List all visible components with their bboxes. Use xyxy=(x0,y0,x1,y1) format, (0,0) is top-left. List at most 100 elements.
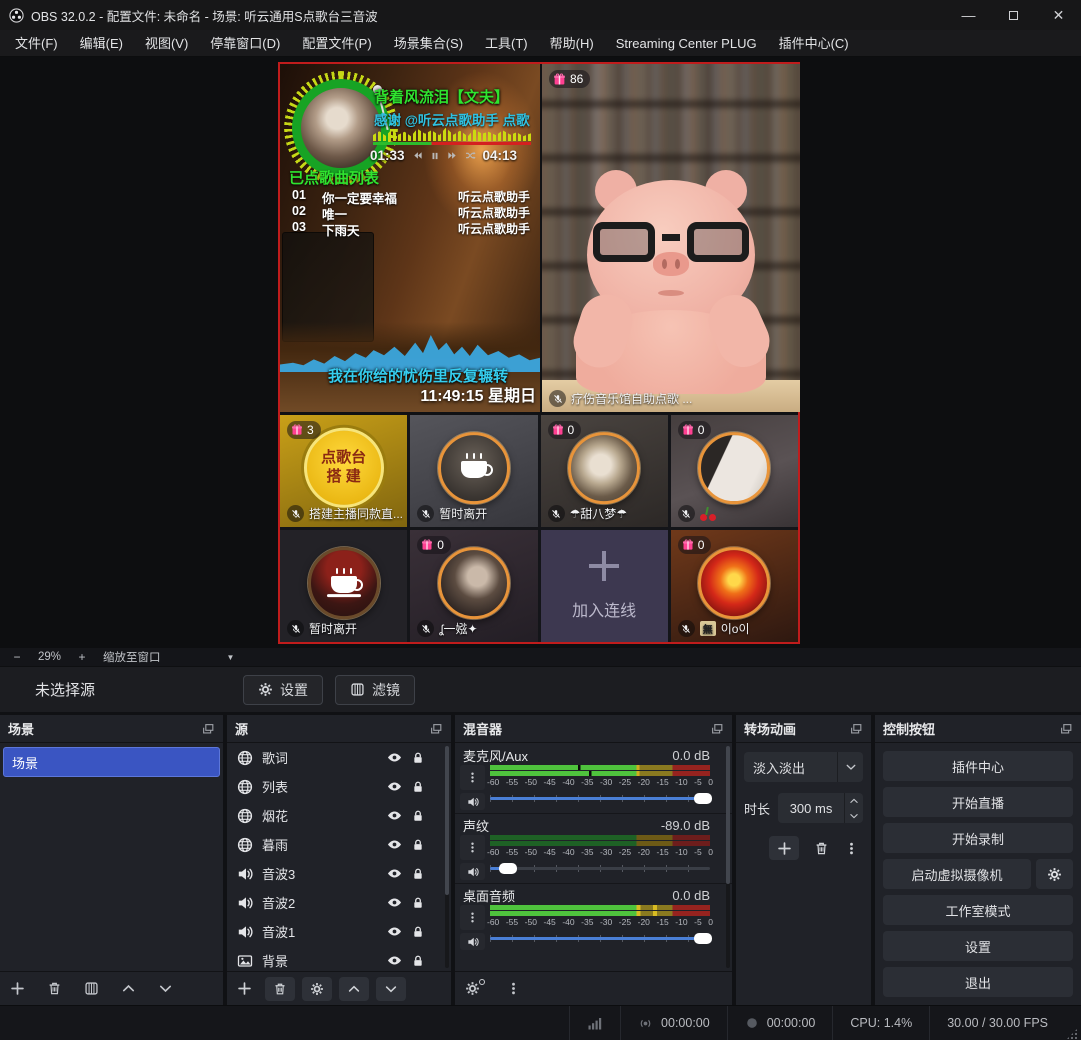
lock-icon[interactable] xyxy=(411,867,425,881)
popout-icon[interactable] xyxy=(849,722,863,736)
add-source-button[interactable] xyxy=(237,981,252,996)
exit-button[interactable]: 退出 xyxy=(883,967,1073,997)
source-row[interactable]: 音波3 xyxy=(227,859,451,888)
menu-profile[interactable]: 配置文件(P) xyxy=(291,30,382,57)
gift-icon xyxy=(291,424,303,436)
remove-transition-button[interactable] xyxy=(814,841,829,856)
virtual-camera-settings-button[interactable] xyxy=(1036,859,1073,889)
filters-button[interactable]: 滤镜 xyxy=(335,675,415,705)
plugin-center-button[interactable]: 插件中心 xyxy=(883,751,1073,781)
lock-icon[interactable] xyxy=(411,896,425,910)
settings-button[interactable]: 设置 xyxy=(883,931,1073,961)
mixer-menu-button[interactable] xyxy=(506,981,521,996)
menu-docks[interactable]: 停靠窗口(D) xyxy=(199,30,291,57)
menu-tools[interactable]: 工具(T) xyxy=(474,30,539,57)
source-row[interactable]: 列表 xyxy=(227,772,451,801)
volume-slider[interactable] xyxy=(490,929,710,948)
mixer-scrollbar[interactable] xyxy=(726,746,730,968)
visibility-eye-icon[interactable] xyxy=(387,779,402,794)
visibility-eye-icon[interactable] xyxy=(387,808,402,823)
lock-icon[interactable] xyxy=(411,838,425,852)
spin-up-button[interactable] xyxy=(845,793,863,808)
lock-icon[interactable] xyxy=(411,925,425,939)
add-transition-button[interactable] xyxy=(769,836,799,860)
resize-grip[interactable] xyxy=(1066,1028,1078,1040)
source-row[interactable]: 背景 xyxy=(227,946,451,971)
zoom-in-button[interactable]: + xyxy=(75,650,89,664)
lock-icon[interactable] xyxy=(411,751,425,765)
add-scene-button[interactable] xyxy=(10,981,25,996)
fit-to-window-dropdown[interactable]: 缩放至窗口 xyxy=(103,649,161,665)
popout-icon[interactable] xyxy=(710,722,724,736)
visibility-eye-icon[interactable] xyxy=(387,837,402,852)
close-button[interactable]: ✕ xyxy=(1036,0,1081,30)
menu-view[interactable]: 视图(V) xyxy=(134,30,199,57)
source-row[interactable]: 烟花 xyxy=(227,801,451,830)
mute-button[interactable] xyxy=(460,933,485,950)
zoom-out-button[interactable]: − xyxy=(10,650,24,664)
visibility-eye-icon[interactable] xyxy=(387,953,402,968)
popout-icon[interactable] xyxy=(429,722,443,736)
popout-icon[interactable] xyxy=(1059,722,1073,736)
advanced-audio-button[interactable] xyxy=(465,981,480,996)
duration-spinbox[interactable]: 300 ms xyxy=(778,793,863,823)
channel-menu-button[interactable] xyxy=(460,765,485,790)
scene-filters-button[interactable] xyxy=(84,981,99,996)
visibility-eye-icon[interactable] xyxy=(387,895,402,910)
visibility-eye-icon[interactable] xyxy=(387,750,402,765)
slider-handle[interactable] xyxy=(694,933,712,944)
db-scale: -60-55-50-45-40-35-30-25-20-15-10-50 xyxy=(487,847,713,858)
zoom-toolbar: − 29% + 缩放至窗口 ▼ xyxy=(0,648,1081,666)
remove-source-button[interactable] xyxy=(265,977,295,1001)
menu-help[interactable]: 帮助(H) xyxy=(539,30,605,57)
slider-handle[interactable] xyxy=(694,793,712,804)
start-streaming-button[interactable]: 开始直播 xyxy=(883,787,1073,817)
channel-menu-button[interactable] xyxy=(460,905,485,930)
remove-scene-button[interactable] xyxy=(47,981,62,996)
menu-file[interactable]: 文件(F) xyxy=(4,30,69,57)
move-source-down-button[interactable] xyxy=(376,977,406,1001)
studio-mode-button[interactable]: 工作室模式 xyxy=(883,895,1073,925)
popout-icon[interactable] xyxy=(201,722,215,736)
songtable-badge: 点歌台搭 建 xyxy=(304,428,384,508)
lock-icon[interactable] xyxy=(411,780,425,794)
minimize-button[interactable]: — xyxy=(946,0,991,30)
lock-icon[interactable] xyxy=(411,954,425,968)
visibility-eye-icon[interactable] xyxy=(387,924,402,939)
menu-plugin-center[interactable]: 插件中心(C) xyxy=(768,30,860,57)
volume-slider[interactable] xyxy=(490,789,710,808)
transition-menu-button[interactable] xyxy=(844,841,859,856)
source-properties-button[interactable] xyxy=(302,977,332,1001)
move-scene-up-button[interactable] xyxy=(121,981,136,996)
source-row[interactable]: 暮雨 xyxy=(227,830,451,859)
channel-menu-button[interactable] xyxy=(460,835,485,860)
slider-handle[interactable] xyxy=(499,863,517,874)
properties-button[interactable]: 设置 xyxy=(243,675,323,705)
image-source-icon xyxy=(237,953,253,969)
chevron-down-icon[interactable]: ▼ xyxy=(227,653,235,662)
volume-slider[interactable] xyxy=(490,859,710,878)
visibility-eye-icon[interactable] xyxy=(387,866,402,881)
source-row[interactable]: 音波1 xyxy=(227,917,451,946)
menu-streaming-center[interactable]: Streaming Center PLUG xyxy=(605,30,768,57)
program-canvas[interactable]: 背着风流泪【文夫】 感谢 @听云点歌助手 点歌 01:33 04:13 已点歌曲… xyxy=(278,62,800,644)
source-row[interactable]: 歌词 xyxy=(227,743,451,772)
start-recording-button[interactable]: 开始录制 xyxy=(883,823,1073,853)
move-scene-down-button[interactable] xyxy=(158,981,173,996)
scene-item-selected[interactable]: 场景 xyxy=(3,747,220,777)
tile-join-slot[interactable]: 加入连线 xyxy=(541,530,668,642)
mic-muted-icon xyxy=(287,505,304,522)
mute-button[interactable] xyxy=(460,863,485,880)
spin-down-button[interactable] xyxy=(845,808,863,823)
db-scale: -60-55-50-45-40-35-30-25-20-15-10-50 xyxy=(487,777,713,788)
lock-icon[interactable] xyxy=(411,809,425,823)
transition-select[interactable]: 淡入淡出 xyxy=(744,752,863,782)
move-source-up-button[interactable] xyxy=(339,977,369,1001)
start-virtual-camera-button[interactable]: 启动虚拟摄像机 xyxy=(883,859,1031,889)
mute-button[interactable] xyxy=(460,793,485,810)
sources-scrollbar[interactable] xyxy=(445,746,449,968)
source-row[interactable]: 音波2 xyxy=(227,888,451,917)
menu-edit[interactable]: 编辑(E) xyxy=(69,30,134,57)
menu-scene-collection[interactable]: 场景集合(S) xyxy=(383,30,474,57)
maximize-button[interactable] xyxy=(991,0,1036,30)
